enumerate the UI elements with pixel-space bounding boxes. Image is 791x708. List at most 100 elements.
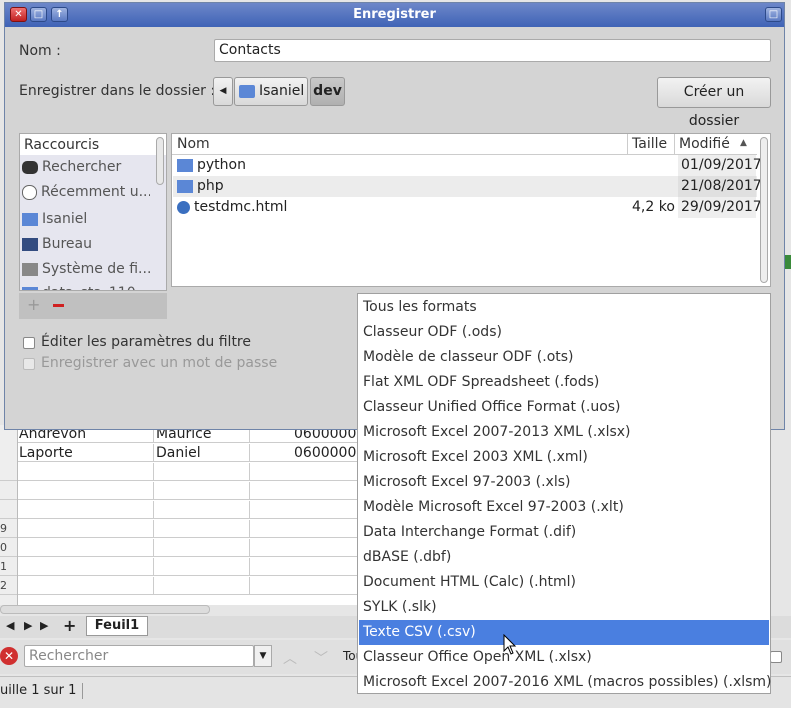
shortcut-desktop[interactable]: Bureau: [22, 232, 150, 256]
empty-cell[interactable]: [17, 501, 154, 519]
dialog-title: Enregistrer: [353, 7, 436, 22]
file-modified: 29/09/2017: [678, 197, 762, 218]
column-size[interactable]: Taille: [632, 136, 667, 152]
row-number[interactable]: [0, 463, 17, 481]
format-option[interactable]: Flat XML ODF Spreadsheet (.fods): [359, 370, 769, 395]
format-option[interactable]: Classeur Office Open XML (.xlsx): [359, 645, 769, 670]
shortcut-data[interactable]: data_sta_110: [22, 281, 150, 290]
remove-icon[interactable]: [53, 304, 64, 307]
empty-cell[interactable]: [17, 558, 154, 576]
column-modified[interactable]: Modifié: [679, 136, 730, 152]
shortcut-search[interactable]: Rechercher: [22, 155, 150, 179]
row-number[interactable]: 9: [0, 520, 17, 538]
shortcuts-toolbar: +: [19, 293, 167, 319]
format-option[interactable]: Microsoft Excel 2007-2016 XML (macros po…: [359, 670, 772, 695]
format-option[interactable]: Tous les formats: [359, 295, 769, 320]
file-row[interactable]: php 21/08/2017: [173, 176, 762, 197]
shortcut-label: data_sta_110: [42, 285, 136, 290]
format-option[interactable]: dBASE (.dbf): [359, 545, 769, 570]
row-number[interactable]: 0: [0, 539, 17, 557]
row-number[interactable]: 2: [0, 577, 17, 595]
file-list-scrollbar[interactable]: [760, 137, 768, 283]
divider: [82, 683, 83, 699]
close-icon[interactable]: ✕: [0, 647, 18, 665]
first-sheet-icon[interactable]: ◀: [6, 619, 14, 632]
format-option[interactable]: Microsoft Excel 2003 XML (.xml): [359, 445, 769, 470]
filename-input[interactable]: Contacts: [214, 39, 771, 62]
home-folder-icon: [22, 212, 38, 226]
drive-icon: [22, 262, 38, 276]
folder-label: Enregistrer dans le dossier :: [19, 83, 216, 99]
format-option[interactable]: Modèle de classeur ODF (.ots): [359, 345, 769, 370]
edit-filter-checkbox[interactable]: [23, 337, 35, 349]
file-row[interactable]: testdmc.html 4,2 ko 29/09/2017: [173, 197, 762, 218]
last-sheet-icon[interactable]: ▶: [40, 619, 48, 632]
path-back-button[interactable]: ◀: [213, 77, 233, 106]
column-name[interactable]: Nom: [177, 136, 210, 152]
empty-cell[interactable]: [154, 463, 250, 481]
sheet-tab[interactable]: Feuil1: [86, 616, 148, 636]
create-folder-button[interactable]: Créer un dossier: [657, 77, 771, 129]
password-checkbox[interactable]: [23, 358, 35, 370]
html-file-icon: [177, 200, 190, 214]
row-number[interactable]: 1: [0, 558, 17, 576]
add-sheet-icon[interactable]: +: [63, 616, 76, 635]
file-name: python: [197, 157, 246, 173]
format-option-selected[interactable]: Texte CSV (.csv): [359, 620, 769, 645]
shortcut-label: Récemment u...: [41, 184, 150, 200]
shortcut-label: Rechercher: [42, 159, 122, 175]
add-icon[interactable]: +: [27, 295, 40, 314]
cell-a2[interactable]: Laporte: [17, 444, 154, 462]
cell-b2[interactable]: Daniel: [154, 444, 250, 462]
empty-cell[interactable]: [154, 539, 250, 557]
sort-ascending-icon[interactable]: ▲: [740, 138, 747, 148]
format-option[interactable]: Microsoft Excel 2007-2013 XML (.xlsx): [359, 420, 769, 445]
shortcuts-scrollbar[interactable]: [156, 137, 164, 185]
match-case-checkbox[interactable]: [770, 651, 782, 663]
path-home-button[interactable]: Isaniel: [234, 77, 308, 106]
name-label: Nom :: [19, 43, 61, 59]
shortcut-filesystem[interactable]: Système de fi...: [22, 257, 150, 281]
empty-cell[interactable]: [17, 520, 154, 538]
empty-cell[interactable]: [17, 482, 154, 500]
desktop-icon: [22, 237, 38, 251]
folder-icon: [22, 286, 38, 290]
chevron-down-icon[interactable]: ﹀: [314, 648, 328, 668]
empty-cell[interactable]: [154, 520, 250, 538]
empty-cell[interactable]: [17, 463, 154, 481]
chevron-down-icon[interactable]: ▼: [254, 645, 272, 667]
empty-cell[interactable]: [154, 577, 250, 595]
horizontal-scrollbar[interactable]: [0, 605, 210, 614]
sheet-count: uille 1 sur 1: [0, 683, 77, 698]
path-current-button[interactable]: dev: [310, 77, 345, 106]
shortcuts-list: Rechercher Récemment u... Isaniel Bureau…: [20, 155, 166, 290]
shortcut-home[interactable]: Isaniel: [22, 207, 150, 231]
empty-cell[interactable]: [17, 539, 154, 557]
format-option[interactable]: Data Interchange Format (.dif): [359, 520, 769, 545]
file-name: php: [197, 178, 224, 194]
divider: [674, 134, 675, 154]
file-row[interactable]: python 01/09/2017: [173, 155, 762, 176]
mouse-cursor-icon: [503, 634, 517, 655]
empty-cell[interactable]: [154, 501, 250, 519]
title-bar: ✕ □ ↑ Enregistrer □: [5, 3, 784, 27]
format-option[interactable]: Classeur ODF (.ods): [359, 320, 769, 345]
toolbar-edge: [785, 255, 791, 269]
shortcut-recent[interactable]: Récemment u...: [22, 180, 150, 204]
edit-filter-label[interactable]: Éditer les paramètres du filtre: [41, 334, 251, 350]
format-option[interactable]: SYLK (.slk): [359, 595, 769, 620]
restore-icon[interactable]: □: [765, 7, 782, 22]
prev-sheet-icon[interactable]: ▶: [24, 619, 32, 632]
search-input[interactable]: Rechercher: [24, 645, 254, 667]
format-option[interactable]: Modèle Microsoft Excel 97-2003 (.xlt): [359, 495, 769, 520]
empty-cell[interactable]: [17, 577, 154, 595]
empty-cell[interactable]: [154, 558, 250, 576]
format-option[interactable]: Document HTML (Calc) (.html): [359, 570, 769, 595]
format-option[interactable]: Classeur Unified Office Format (.uos): [359, 395, 769, 420]
chevron-up-icon[interactable]: ︿: [283, 648, 297, 668]
binoculars-icon: [22, 160, 38, 174]
format-option[interactable]: Microsoft Excel 97-2003 (.xls): [359, 470, 769, 495]
row-number[interactable]: [0, 501, 17, 519]
empty-cell[interactable]: [154, 482, 250, 500]
row-number[interactable]: [0, 482, 17, 500]
